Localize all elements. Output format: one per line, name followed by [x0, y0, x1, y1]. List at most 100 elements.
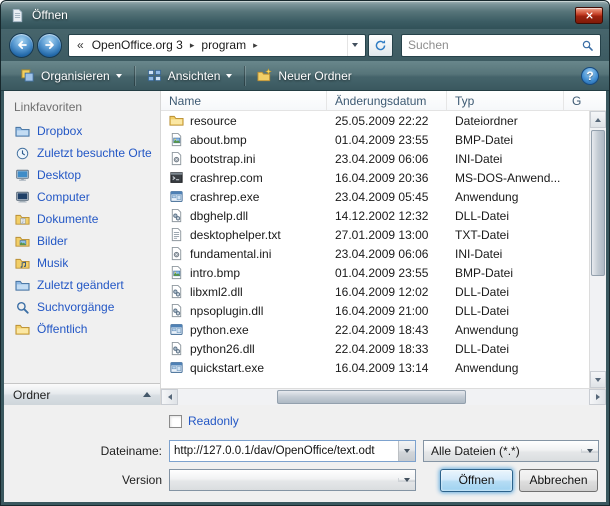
filename-input[interactable] [170, 441, 398, 461]
search-icon[interactable] [581, 39, 594, 52]
list-header: Name Änderungsdatum Typ G [161, 91, 606, 111]
folders-expander[interactable]: Ordner [4, 383, 160, 405]
file-name-cell: fundamental.ini [161, 246, 327, 261]
open-dialog-window: Öffnen « OpenOffice.org 3 ▸ program ▸ Or… [0, 0, 610, 506]
file-row[interactable]: quickstart.exe 16.04.2009 13:14 Anwendun… [161, 358, 589, 377]
refresh-button[interactable] [368, 34, 393, 57]
file-type-cell: DLL-Datei [447, 304, 564, 318]
chevron-up-icon [143, 392, 151, 397]
file-row[interactable]: desktophelper.txt 27.01.2009 13:00 TXT-D… [161, 225, 589, 244]
sidebar-item-dropbox[interactable]: Dropbox [4, 120, 160, 142]
list-body: resource 25.05.2009 22:22 Dateiordner ab… [161, 111, 606, 388]
favorites-header: Linkfavoriten [4, 97, 160, 120]
file-rows: resource 25.05.2009 22:22 Dateiordner ab… [161, 111, 589, 388]
searches-icon [15, 300, 30, 315]
file-row[interactable]: about.bmp 01.04.2009 23:55 BMP-Datei [161, 130, 589, 149]
titlebar[interactable]: Öffnen [1, 1, 609, 29]
dll-file-icon [169, 341, 184, 356]
file-row[interactable]: intro.bmp 01.04.2009 23:55 BMP-Datei [161, 263, 589, 282]
sidebar-item-pictures[interactable]: Bilder [4, 230, 160, 252]
file-name-cell: resource [161, 113, 327, 128]
file-row[interactable]: fundamental.ini 23.04.2009 06:06 INI-Dat… [161, 244, 589, 263]
application-icon [169, 322, 184, 337]
filetype-select[interactable]: Alle Dateien (*.*) [423, 440, 599, 462]
chevron-down-icon [404, 478, 410, 482]
desktop-icon [15, 168, 30, 183]
search-input[interactable] [404, 38, 579, 52]
scroll-down-button[interactable] [590, 371, 606, 388]
filename-combo [169, 440, 416, 462]
vertical-scrollbar[interactable] [589, 111, 606, 388]
sidebar-item-recent-places[interactable]: Zuletzt besuchte Orte [4, 142, 160, 164]
breadcrumb-separator-icon[interactable]: ▸ [188, 40, 197, 51]
vertical-scrollbar-track[interactable] [590, 128, 606, 371]
vertical-scrollbar-thumb[interactable] [591, 130, 605, 276]
column-header-name[interactable]: Name [161, 91, 327, 110]
sidebar-item-music[interactable]: Musik [4, 252, 160, 274]
new-folder-label: Neuer Ordner [278, 69, 351, 83]
scroll-up-button[interactable] [590, 111, 606, 128]
help-button[interactable]: ? [581, 67, 599, 85]
column-header-date[interactable]: Änderungsdatum [327, 91, 447, 110]
file-name-cell: python26.dll [161, 341, 327, 356]
refresh-icon [374, 39, 387, 52]
address-dropdown-icon[interactable] [347, 35, 362, 56]
application-icon [169, 360, 184, 375]
file-date-cell: 16.04.2009 12:02 [327, 285, 447, 299]
column-header-size[interactable]: G [564, 91, 606, 110]
scroll-left-button[interactable] [161, 389, 178, 405]
file-date-cell: 23.04.2009 05:45 [327, 190, 447, 204]
toolbar-separator [244, 66, 245, 86]
file-name-cell: python.exe [161, 322, 327, 337]
version-dropdown-button[interactable] [398, 478, 415, 482]
file-date-cell: 22.04.2009 18:33 [327, 342, 447, 356]
file-row[interactable]: dbghelp.dll 14.12.2002 12:32 DLL-Datei [161, 206, 589, 225]
file-type-cell: BMP-Datei [447, 133, 564, 147]
organize-button[interactable]: Organisieren [11, 64, 131, 88]
file-row[interactable]: npsoplugin.dll 16.04.2009 21:00 DLL-Date… [161, 301, 589, 320]
sidebar-item-computer[interactable]: Computer [4, 186, 160, 208]
file-row[interactable]: python.exe 22.04.2009 18:43 Anwendung [161, 320, 589, 339]
filename-dropdown-button[interactable] [398, 441, 415, 461]
cancel-button[interactable]: Abbrechen [519, 469, 598, 492]
file-name-cell: npsoplugin.dll [161, 303, 327, 318]
breadcrumb-item-program[interactable]: program [196, 38, 251, 52]
file-date-cell: 16.04.2009 13:14 [327, 361, 447, 375]
breadcrumb-separator-icon[interactable]: ▸ [251, 40, 260, 51]
footer: Readonly Dateiname: Alle Dateien (*.*) V… [4, 405, 606, 502]
file-row[interactable]: crashrep.exe 23.04.2009 05:45 Anwendung [161, 187, 589, 206]
new-folder-button[interactable]: Neuer Ordner [248, 64, 360, 88]
forward-button[interactable] [37, 33, 62, 58]
back-button[interactable] [9, 33, 34, 58]
sidebar-item-desktop[interactable]: Desktop [4, 164, 160, 186]
breadcrumb-overflow[interactable]: « [74, 38, 87, 52]
breadcrumb-item-openoffice[interactable]: OpenOffice.org 3 [87, 38, 188, 52]
file-row[interactable]: crashrep.com 16.04.2009 20:36 MS-DOS-Anw… [161, 168, 589, 187]
sidebar-item-public[interactable]: Öffentlich [4, 318, 160, 340]
version-label: Version [4, 473, 169, 487]
recent-places-icon [15, 146, 30, 161]
sidebar-item-searches[interactable]: Suchvorgänge [4, 296, 160, 318]
horizontal-scrollbar-thumb[interactable] [277, 390, 466, 404]
file-row[interactable]: libxml2.dll 16.04.2009 12:02 DLL-Datei [161, 282, 589, 301]
sidebar-item-recent-changes[interactable]: Zuletzt geändert [4, 274, 160, 296]
scroll-right-button[interactable] [589, 389, 606, 405]
readonly-checkbox[interactable] [169, 415, 182, 428]
readonly-label[interactable]: Readonly [188, 414, 239, 428]
back-arrow-icon [15, 38, 29, 52]
horizontal-scrollbar-track[interactable] [178, 389, 589, 405]
address-bar[interactable]: « OpenOffice.org 3 ▸ program ▸ [68, 34, 366, 57]
file-row[interactable]: python26.dll 22.04.2009 18:33 DLL-Datei [161, 339, 589, 358]
file-row[interactable]: resource 25.05.2009 22:22 Dateiordner [161, 111, 589, 130]
close-button[interactable] [575, 7, 603, 24]
computer-icon [15, 190, 30, 205]
views-button[interactable]: Ansichten [138, 64, 242, 88]
column-header-type[interactable]: Typ [447, 91, 564, 110]
file-row[interactable]: bootstrap.ini 23.04.2009 06:06 INI-Datei [161, 149, 589, 168]
triangle-right-icon [596, 394, 600, 400]
open-button[interactable]: Öffnen [440, 469, 513, 492]
sidebar-item-documents[interactable]: Dokumente [4, 208, 160, 230]
version-select[interactable] [169, 469, 416, 491]
horizontal-scrollbar[interactable] [161, 388, 606, 405]
filetype-dropdown-button[interactable] [581, 449, 598, 453]
